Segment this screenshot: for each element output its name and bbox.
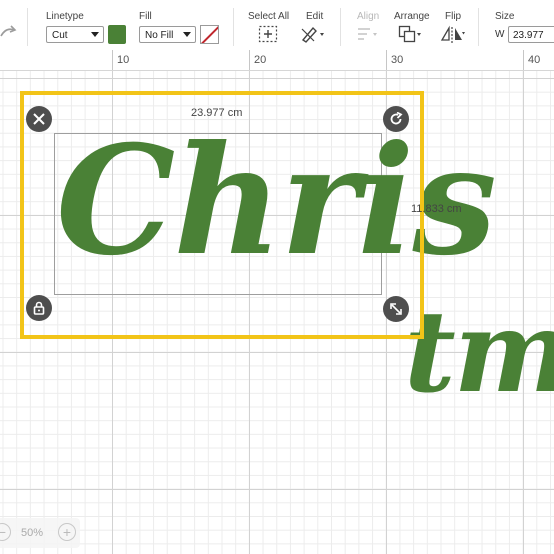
text-layer-tma[interactable]: tma [404,287,554,418]
linetype-value: Cut [52,30,68,41]
fill-value: No Fill [145,30,174,41]
flip-icon[interactable] [440,25,466,45]
resize-icon [390,303,402,315]
ruler-mark-40: 40 [528,54,541,66]
ruler-tick [523,50,524,70]
fill-select[interactable]: No Fill [139,26,196,43]
selection-box[interactable] [20,91,424,339]
horizontal-ruler: 10 20 30 40 [0,50,554,71]
ruler-mark-30: 30 [391,54,404,66]
toolbar-divider [340,8,341,46]
toolbar-divider [478,8,479,46]
fill-label: Fill [139,11,152,22]
redo-icon[interactable] [0,24,18,40]
width-dimension-label: 23.977 cm [191,107,243,119]
select-all-label: Select All [248,11,290,22]
chevron-down-icon [183,32,191,37]
toolbar-divider [233,8,234,46]
design-canvas[interactable]: tma Chris 23.977 cm 11.833 cm [0,71,554,554]
zoom-control: − 50% + [0,518,80,548]
select-all-icon[interactable] [258,25,278,43]
edit-label: Edit [306,11,324,22]
linetype-select[interactable]: Cut [46,26,104,43]
size-label: Size [495,11,515,22]
ruler-mark-10: 10 [117,54,130,66]
ruler-tick [386,50,387,70]
rotate-handle[interactable] [383,106,409,132]
linetype-color-swatch[interactable] [108,25,126,44]
align-icon[interactable] [356,25,382,43]
ruler-tick [249,50,250,70]
height-dimension-label: 11.833 cm [411,203,462,215]
lock-handle[interactable] [26,295,52,321]
zoom-out-button[interactable]: − [0,523,11,541]
ruler-mark-20: 20 [254,54,267,66]
resize-handle[interactable] [383,296,409,322]
flip-label: Flip [445,11,462,22]
rotate-icon [390,112,403,125]
align-label: Align [357,11,380,22]
lock-icon [33,301,45,315]
arrange-label: Arrange [394,11,430,22]
edit-icon[interactable] [300,25,328,43]
toolbar-divider [27,8,28,46]
top-toolbar: Linetype Cut Fill No Fill Select All Edi… [0,0,554,51]
delete-handle[interactable] [26,106,52,132]
width-input[interactable]: 23.977 [508,26,554,43]
close-icon [33,113,45,125]
no-fill-swatch[interactable] [200,25,219,44]
chevron-down-icon [91,32,99,37]
zoom-in-button[interactable]: + [58,523,76,541]
zoom-level: 50% [21,527,44,539]
width-label: W [495,29,505,40]
ruler-tick [112,50,113,70]
arrange-icon[interactable] [398,25,424,45]
linetype-label: Linetype [46,11,84,22]
